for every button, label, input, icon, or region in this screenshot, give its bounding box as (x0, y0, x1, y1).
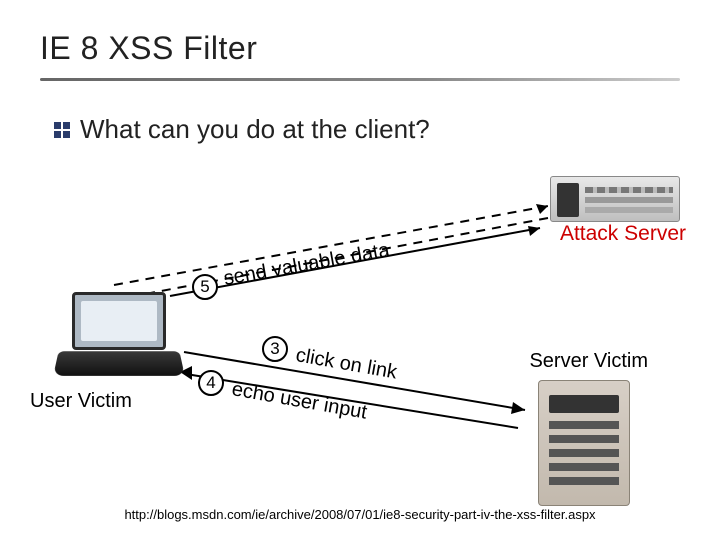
step-4-text: echo user input (230, 378, 369, 424)
attack-server-icon (550, 176, 680, 222)
footer-url: http://blogs.msdn.com/ie/archive/2008/07… (0, 507, 720, 522)
slide-title: IE 8 XSS Filter (40, 30, 257, 67)
attack-server-label: Attack Server (560, 222, 686, 246)
user-victim-label: User Victim (30, 390, 132, 413)
bullet-icon (54, 122, 70, 138)
step-3-text: click on link (294, 344, 399, 384)
step-5-badge: 5 (192, 274, 218, 300)
step-5-text: send valuable data (222, 239, 391, 291)
title-underline (40, 78, 680, 81)
bullet-text: What can you do at the client? (80, 114, 430, 145)
step-4-badge: 4 (198, 370, 224, 396)
server-tower-icon (538, 380, 630, 506)
laptop-icon (54, 292, 184, 382)
server-victim-label: Server Victim (529, 350, 648, 373)
bullet-row: What can you do at the client? (54, 114, 430, 145)
step-3-badge: 3 (262, 336, 288, 362)
